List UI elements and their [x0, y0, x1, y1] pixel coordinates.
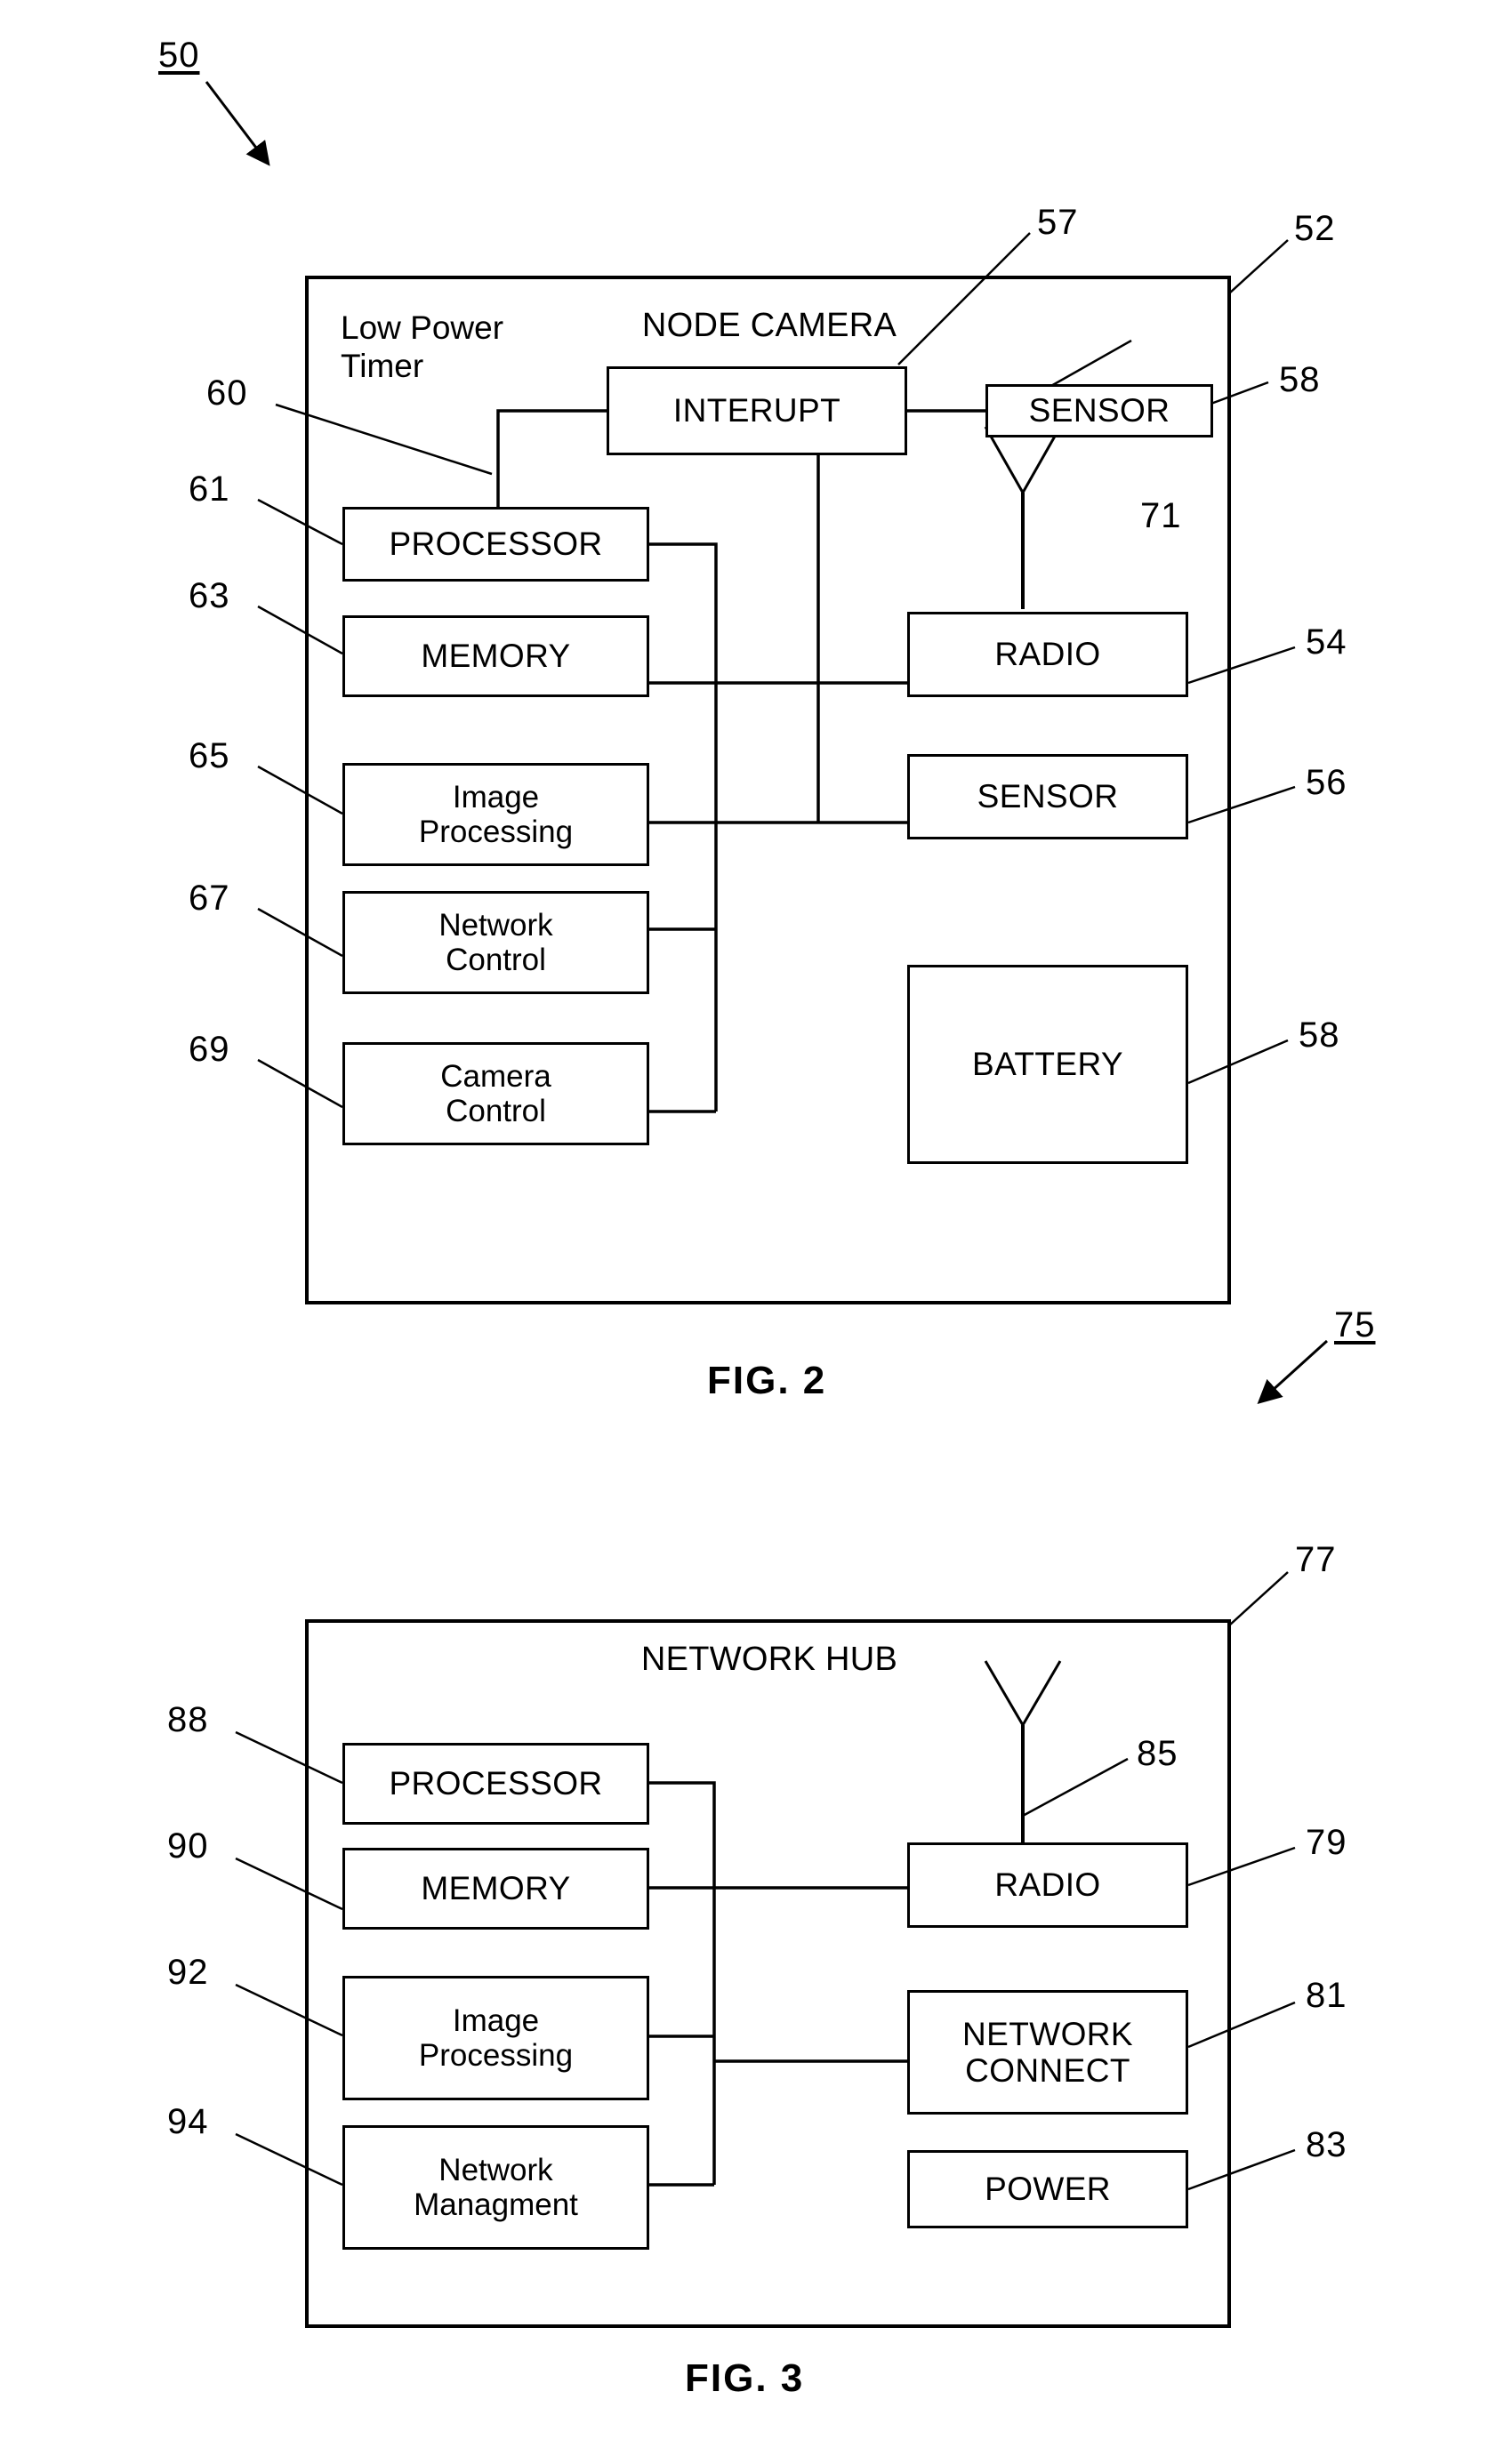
block-hub-memory[interactable]: MEMORY — [342, 1848, 649, 1930]
ref-81: 81 — [1306, 1976, 1347, 2015]
ref-65: 65 — [189, 736, 230, 775]
ref-60: 60 — [206, 373, 248, 413]
ref-56: 56 — [1306, 763, 1347, 802]
block-interupt[interactable]: INTERUPT — [607, 366, 907, 455]
ref-69: 69 — [189, 1030, 230, 1069]
ref-54: 54 — [1306, 622, 1347, 662]
low-power-timer-label: Low Power Timer — [341, 309, 504, 384]
ref-52: 52 — [1294, 209, 1336, 248]
block-hub-power[interactable]: POWER — [907, 2150, 1188, 2228]
ref-77: 77 — [1295, 1540, 1337, 1579]
patent-drawing-sheet: 50 Low Power Timer NODE CAMERA INTERUPT … — [0, 0, 1512, 2464]
ref-88: 88 — [167, 1700, 209, 1739]
fig2-antenna-icon — [984, 426, 1062, 609]
ref-79: 79 — [1306, 1823, 1347, 1862]
fig3-connectors — [649, 1781, 907, 2187]
ref-75-arrow — [1257, 1339, 1329, 1405]
fig3-caption: FIG. 3 — [685, 2356, 805, 2400]
ref-71: 71 — [1140, 496, 1182, 535]
block-hub-image-processing[interactable]: Image Processing — [342, 1976, 649, 2100]
ref-94: 94 — [167, 2102, 209, 2141]
ref-67: 67 — [189, 879, 230, 918]
ref-61: 61 — [189, 470, 230, 509]
fig2-title: NODE CAMERA — [641, 307, 897, 344]
ref-92: 92 — [167, 1953, 209, 1992]
block-memory[interactable]: MEMORY — [342, 615, 649, 697]
block-hub-radio[interactable]: RADIO — [907, 1842, 1188, 1928]
fig3-title: NETWORK HUB — [640, 1641, 898, 1678]
block-hub-network-managment[interactable]: Network Managment — [342, 2125, 649, 2250]
block-hub-network-connect[interactable]: NETWORK CONNECT — [907, 1990, 1188, 2115]
ref-58-battery: 58 — [1299, 1015, 1340, 1055]
block-battery[interactable]: BATTERY — [907, 965, 1188, 1164]
ref-58-sensor: 58 — [1279, 360, 1321, 399]
block-radio[interactable]: RADIO — [907, 612, 1188, 697]
ref-57: 57 — [1037, 203, 1079, 242]
ref-50-arrow — [205, 81, 270, 166]
ref-83: 83 — [1306, 2125, 1347, 2164]
ref-90: 90 — [167, 1826, 209, 1866]
block-sensor-top[interactable]: SENSOR — [985, 384, 1213, 437]
block-image-processing[interactable]: Image Processing — [342, 763, 649, 866]
block-camera-control[interactable]: Camera Control — [342, 1042, 649, 1145]
ref-63: 63 — [189, 576, 230, 615]
ref-50: 50 — [158, 36, 200, 75]
ref-85: 85 — [1137, 1734, 1178, 1773]
fig3-antenna-icon — [984, 1660, 1062, 1843]
block-sensor-right[interactable]: SENSOR — [907, 754, 1188, 839]
fig2-caption: FIG. 2 — [707, 1359, 827, 1402]
block-processor[interactable]: PROCESSOR — [342, 507, 649, 582]
ref-75: 75 — [1334, 1305, 1376, 1344]
block-hub-processor[interactable]: PROCESSOR — [342, 1743, 649, 1825]
block-network-control[interactable]: Network Control — [342, 891, 649, 994]
